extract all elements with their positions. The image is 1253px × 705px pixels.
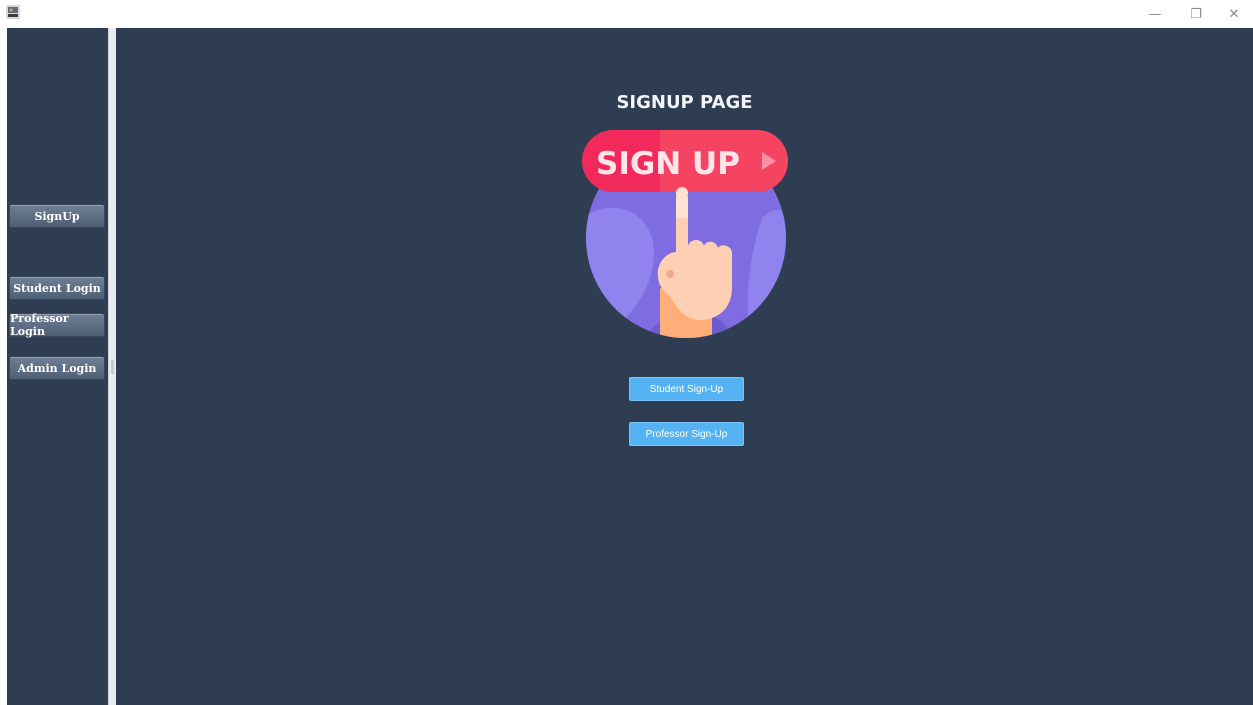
- signup-illustration: SIGN UP: [582, 130, 788, 338]
- split-pane-divider[interactable]: [108, 28, 116, 705]
- close-button[interactable]: ✕: [1219, 4, 1249, 24]
- window-titlebar: — ❐ ✕: [0, 0, 1253, 28]
- page-title: SIGNUP PAGE: [616, 92, 753, 113]
- professor-login-button[interactable]: Professor Login: [9, 312, 105, 338]
- signup-nav-button[interactable]: SignUp: [9, 204, 105, 228]
- sidebar: SignUp Student Login Professor Login Adm…: [7, 28, 108, 705]
- restore-button[interactable]: ❐: [1181, 4, 1211, 24]
- admin-login-button[interactable]: Admin Login: [9, 356, 105, 380]
- divider-grip-handle[interactable]: [111, 360, 114, 374]
- window-border: [0, 28, 7, 705]
- banner-text: SIGN UP: [596, 146, 740, 182]
- main-content: SIGNUP PAGE SIGN UP Student Sign-Up Prof…: [116, 28, 1253, 705]
- minimize-button[interactable]: —: [1140, 4, 1170, 24]
- app-icon: [6, 5, 20, 19]
- student-login-button[interactable]: Student Login: [9, 276, 105, 300]
- professor-signup-button[interactable]: Professor Sign-Up: [629, 422, 744, 446]
- student-signup-button[interactable]: Student Sign-Up: [629, 377, 744, 401]
